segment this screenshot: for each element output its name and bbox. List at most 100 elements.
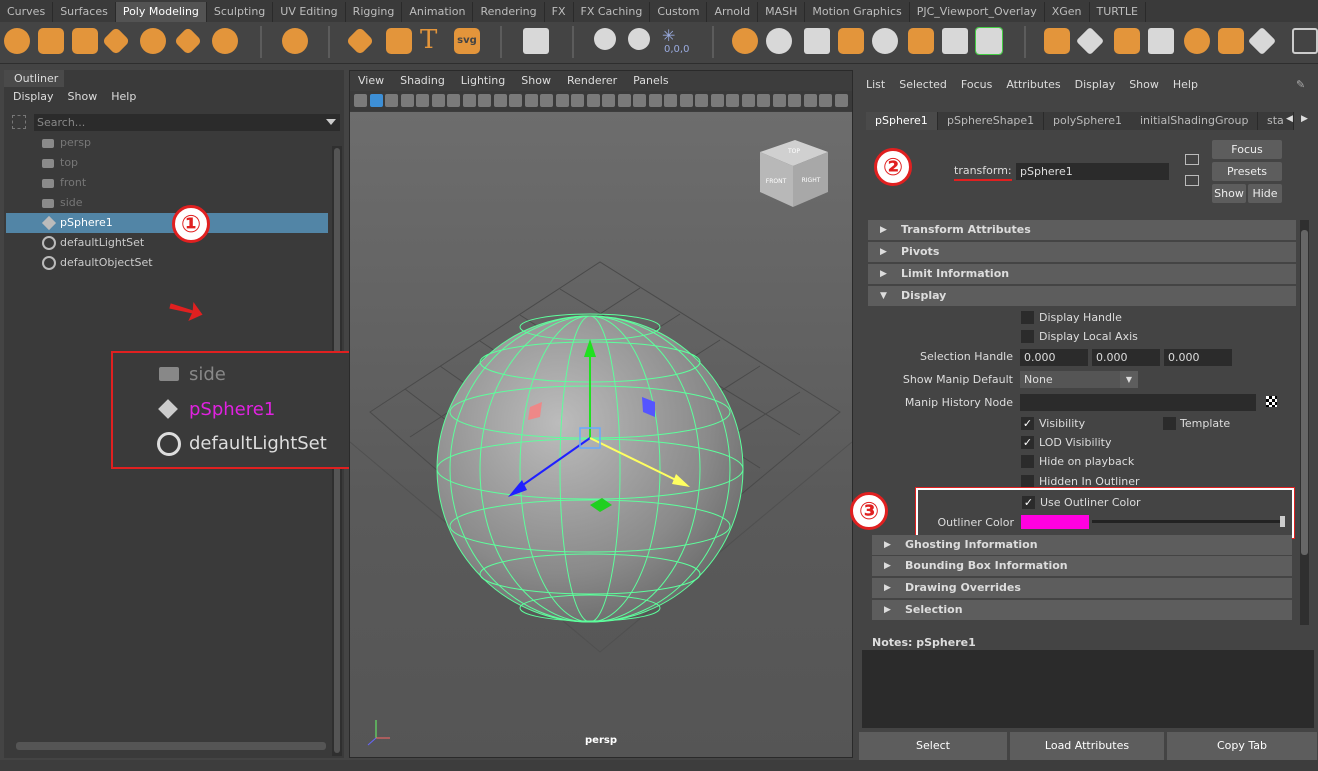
menu-shading[interactable]: Shading <box>400 71 445 91</box>
tab-psphereshape1[interactable]: pSphereShape1 <box>938 112 1045 130</box>
input-connection-icon[interactable] <box>1185 154 1199 165</box>
helix-icon[interactable] <box>386 28 412 54</box>
display-local-axis-checkbox[interactable] <box>1021 330 1034 343</box>
boolean-icon[interactable] <box>838 28 864 54</box>
viewport-tool-icon[interactable] <box>741 94 755 107</box>
viewport-tool-icon[interactable] <box>617 94 631 107</box>
section-limit-information[interactable]: ▶ Limit Information <box>868 264 1296 284</box>
search-dropdown-icon[interactable] <box>326 119 336 125</box>
menu-show[interactable]: Show <box>68 90 98 103</box>
shelf-tab-uv-editing[interactable]: UV Editing <box>273 2 346 22</box>
timer-icon[interactable] <box>628 28 650 50</box>
shelf-tab-motion-graphics[interactable]: Motion Graphics <box>805 2 910 22</box>
lod-visibility-checkbox[interactable]: ✓ <box>1021 436 1034 449</box>
viewport-tool-icon[interactable] <box>493 94 507 107</box>
menu-selected[interactable]: Selected <box>899 78 947 91</box>
viewport-tool-icon[interactable] <box>633 94 646 107</box>
dropdown-arrow-icon[interactable]: ▼ <box>1120 371 1138 388</box>
viewport-tool-icon[interactable] <box>710 94 724 107</box>
shelf-tab-mash[interactable]: MASH <box>758 2 806 22</box>
pin-icon[interactable]: ✎ <box>1296 78 1305 91</box>
pivot-icon[interactable] <box>594 28 616 50</box>
cylinder-icon[interactable] <box>72 28 98 54</box>
shelf-tab-rendering[interactable]: Rendering <box>473 2 545 22</box>
shelf-tab-fx-caching[interactable]: FX Caching <box>574 2 651 22</box>
viewport-tool-icon[interactable] <box>695 94 708 107</box>
shelf-tab-arnold[interactable]: Arnold <box>707 2 759 22</box>
tab-psphere1[interactable]: pSphere1 <box>866 112 938 130</box>
viewport-tool-icon[interactable] <box>648 94 662 107</box>
selection-handle-x[interactable]: 0.000 <box>1020 349 1088 366</box>
snowflake-icon[interactable]: ✳ <box>662 26 675 45</box>
viewport-tool-icon[interactable] <box>369 94 383 107</box>
viewport-tool-icon[interactable] <box>602 94 615 107</box>
shelf-tab-poly-modeling[interactable]: Poly Modeling <box>115 2 207 22</box>
circularize-icon[interactable] <box>1184 28 1210 54</box>
combine-icon[interactable] <box>732 28 758 54</box>
fill-hole-icon[interactable] <box>942 28 968 54</box>
viewport-tool-icon[interactable] <box>788 94 801 107</box>
slider-handle[interactable] <box>1280 516 1285 527</box>
target-weld-icon[interactable] <box>1292 28 1318 54</box>
display-handle-checkbox[interactable] <box>1021 311 1034 324</box>
menu-panels[interactable]: Panels <box>633 71 668 91</box>
hidden-in-outliner-checkbox[interactable] <box>1021 475 1034 488</box>
outliner-tab[interactable]: Outliner <box>4 70 64 87</box>
tab-scroll-right-icon[interactable]: ▶ <box>1301 114 1308 124</box>
outliner-item-psphere1[interactable]: pSphere1 <box>6 213 328 233</box>
viewport-scene[interactable]: TOP FRONT RIGHT <box>349 112 853 757</box>
select-button[interactable]: Select <box>859 732 1007 760</box>
visibility-checkbox[interactable]: ✓ <box>1021 417 1034 430</box>
show-button[interactable]: Show <box>1212 184 1246 203</box>
outliner-item-front[interactable]: front <box>6 173 328 193</box>
shelf-tab-fx[interactable]: FX <box>545 2 574 22</box>
viewport-tool-icon[interactable] <box>726 94 739 107</box>
menu-show[interactable]: Show <box>1129 78 1159 91</box>
smooth-icon[interactable] <box>804 28 830 54</box>
section-bounding-box-information[interactable]: ▶ Bounding Box Information <box>872 556 1292 576</box>
viewport-tool-icon[interactable] <box>447 94 460 107</box>
notes-textarea[interactable] <box>862 650 1314 728</box>
menu-view[interactable]: View <box>358 71 384 91</box>
outliner-color-slider[interactable] <box>1092 520 1284 523</box>
menu-list[interactable]: List <box>866 78 885 91</box>
cone-icon[interactable] <box>101 26 131 56</box>
outliner-item-top[interactable]: top <box>6 153 328 173</box>
multi-cut-icon[interactable] <box>975 27 1003 55</box>
shelf-tab-pjc-viewport-overlay[interactable]: PJC_Viewport_Overlay <box>910 2 1045 22</box>
section-transform-attributes[interactable]: ▶ Transform Attributes <box>868 220 1296 240</box>
section-ghosting-information[interactable]: ▶ Ghosting Information <box>872 535 1292 555</box>
shelf-tab-rigging[interactable]: Rigging <box>346 2 403 22</box>
cube-icon[interactable] <box>38 28 64 54</box>
tab-polysphere1[interactable]: polySphere1 <box>1044 112 1133 130</box>
viewport-tool-icon[interactable] <box>478 94 491 107</box>
merge-icon[interactable] <box>1218 28 1244 54</box>
table-icon[interactable] <box>523 28 549 54</box>
extrude-icon[interactable] <box>908 28 934 54</box>
plane-icon[interactable] <box>173 26 203 56</box>
disc-icon[interactable] <box>212 28 238 54</box>
separate-icon[interactable] <box>766 28 792 54</box>
menu-display[interactable]: Display <box>1075 78 1116 91</box>
outliner-item-persp[interactable]: persp <box>6 133 328 153</box>
selection-handle-z[interactable]: 0.000 <box>1164 349 1232 366</box>
torus-icon[interactable] <box>140 28 166 54</box>
attribute-scrollbar-thumb[interactable] <box>1301 230 1308 555</box>
transform-name-field[interactable]: pSphere1 <box>1016 163 1169 180</box>
viewport-tool-icon[interactable] <box>416 94 429 107</box>
viewport-tool-icon[interactable] <box>540 94 553 107</box>
checker-icon[interactable] <box>1266 396 1277 407</box>
manip-history-node-field[interactable] <box>1020 394 1256 411</box>
platonic-icon[interactable] <box>282 28 308 54</box>
output-connection-icon[interactable] <box>1185 175 1199 186</box>
wedge-icon[interactable] <box>1148 28 1174 54</box>
menu-focus[interactable]: Focus <box>961 78 992 91</box>
use-outliner-color-checkbox[interactable]: ✓ <box>1022 496 1035 509</box>
shelf-tab-surfaces[interactable]: Surfaces <box>53 2 116 22</box>
tab-scroll-left-icon[interactable]: ◀ <box>1286 114 1293 124</box>
viewport-tool-icon[interactable] <box>354 94 367 107</box>
shelf-tab-sculpting[interactable]: Sculpting <box>207 2 274 22</box>
menu-attributes[interactable]: Attributes <box>1006 78 1060 91</box>
template-checkbox[interactable] <box>1163 417 1176 430</box>
view-cube[interactable]: TOP FRONT RIGHT <box>760 140 828 207</box>
